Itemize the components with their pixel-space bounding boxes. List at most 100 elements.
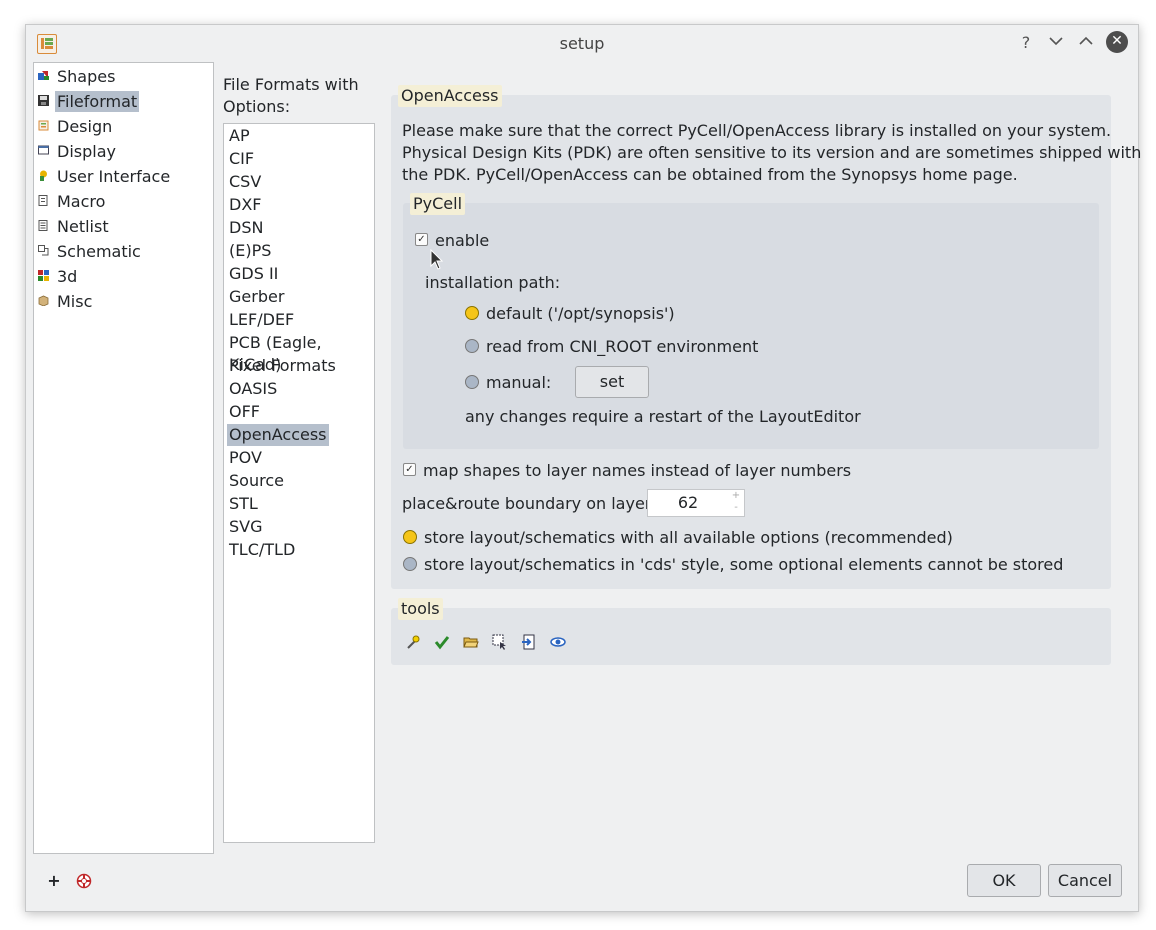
boundary-layer-label: place&route boundary on layer [402,494,652,513]
nav-item-fileformat[interactable]: Fileformat [34,89,213,114]
installation-path-label: installation path: [425,273,561,292]
format-item[interactable]: CSV [227,171,263,193]
format-item[interactable]: STL [227,493,260,515]
checkmark-icon[interactable] [434,634,450,650]
chevron-up-icon [1079,36,1093,45]
nav-item-label: 3d [57,267,78,286]
info-line-1: Please make sure that the correct PyCell… [402,121,1112,140]
nav-item-label: Schematic [57,242,141,261]
map-shapes-checkbox[interactable]: ✓ [403,463,416,476]
add-icon[interactable]: + [46,873,62,889]
boundary-layer-value[interactable]: 62 [648,492,728,514]
lifebuoy-help-icon[interactable] [76,873,92,889]
nav-item-macro[interactable]: Macro [34,189,213,214]
ok-button[interactable]: OK [967,864,1041,897]
format-item[interactable]: TLC/TLD [227,539,297,561]
display-icon [38,145,49,155]
floppy-disk-icon [38,95,49,106]
title-bar[interactable]: setup ? ✕ [26,25,1138,61]
3d-icon [38,270,49,281]
boundary-layer-spinbox[interactable]: 62 + - [647,489,745,517]
schematic-icon [38,245,49,256]
help-button[interactable]: ? [1014,31,1038,55]
format-item[interactable]: DSN [227,217,265,239]
nav-item-label: Shapes [57,67,116,86]
close-button[interactable]: ✕ [1106,31,1128,53]
format-item[interactable]: POV [227,447,264,469]
maximize-button[interactable] [1074,31,1098,55]
wand-icon[interactable] [405,634,421,650]
format-item[interactable]: OASIS [227,378,279,400]
enable-checkbox[interactable]: ✓ [415,233,428,246]
nav-item-netlist[interactable]: Netlist [34,214,213,239]
nav-item-misc[interactable]: Misc [34,289,213,314]
radio-store-all[interactable] [403,530,417,544]
misc-box-icon [38,295,49,306]
nav-item-label: Netlist [57,217,109,236]
format-item[interactable]: Gerber [227,286,286,308]
minimize-button[interactable] [1044,31,1068,55]
format-item[interactable]: Pixel Formats [227,355,338,377]
format-item[interactable]: Source [227,470,286,492]
radio-manual-path[interactable] [465,375,479,389]
cancel-button[interactable]: Cancel [1048,864,1122,897]
format-item-selected[interactable]: OpenAccess [227,424,329,446]
radio-env-label[interactable]: read from CNI_ROOT environment [486,336,758,358]
macro-icon [38,195,48,206]
format-item[interactable]: DXF [227,194,263,216]
cell-select-icon[interactable] [492,634,508,650]
nav-item-user-interface[interactable]: User Interface [34,164,213,189]
info-line-3: the PDK. PyCell/OpenAccess can be obtain… [402,165,1018,184]
store-all-label[interactable]: store layout/schematics with all availab… [424,527,953,549]
open-folder-icon[interactable] [463,634,479,650]
window-title: setup [559,34,605,53]
map-shapes-label[interactable]: map shapes to layer names instead of lay… [423,460,851,482]
nav-item-label: User Interface [57,167,171,186]
file-format-list[interactable]: AP CIF CSV DXF DSN (E)PS GDS II Gerber L… [223,123,375,843]
nav-item-label: Design [57,117,113,136]
nav-item-design[interactable]: Design [34,114,213,139]
radio-default-path[interactable] [465,306,479,320]
shapes-icon [38,71,49,80]
chevron-down-icon [1049,37,1063,46]
import-icon[interactable] [521,634,537,650]
nav-item-schematic[interactable]: Schematic [34,239,213,264]
eye-icon[interactable] [550,634,566,650]
radio-manual-label[interactable]: manual: [486,372,551,394]
radio-env-path[interactable] [465,339,479,353]
format-item[interactable]: SVG [227,516,265,538]
format-item[interactable]: GDS II [227,263,280,285]
user-interface-icon [40,170,47,181]
format-item[interactable]: LEF/DEF [227,309,296,331]
spin-arrows[interactable]: + - [728,490,744,516]
category-list[interactable]: Shapes Fileformat Design Display User In… [33,62,214,854]
spin-down-icon[interactable]: - [728,502,744,514]
mouse-cursor-icon [430,249,444,270]
nav-item-3d[interactable]: 3d [34,264,213,289]
nav-item-label: Fileformat [55,91,140,112]
nav-item-label: Macro [57,192,106,211]
file-formats-heading: File Formats with Options: [223,75,359,116]
restart-note: any changes require a restart of the Lay… [465,407,861,426]
pycell-group-title: PyCell [410,193,466,215]
radio-store-cds[interactable] [403,557,417,571]
format-item[interactable]: PCB (Eagle, KiCad) [227,332,374,374]
setup-window: setup ? ✕ Shapes Fileformat Design Displ… [25,24,1142,912]
format-item[interactable]: OFF [227,401,262,423]
set-path-button[interactable]: set [575,366,649,398]
store-cds-label[interactable]: store layout/schematics in 'cds' style, … [424,554,1063,576]
nav-item-label: Display [57,142,116,161]
design-icon [38,120,49,131]
info-line-2: Physical Design Kits (PDK) are often sen… [402,143,1142,162]
nav-item-shapes[interactable]: Shapes [34,64,213,89]
format-item[interactable]: CIF [227,148,256,170]
radio-default-label[interactable]: default ('/opt/synopsis') [486,303,675,325]
openaccess-group-title: OpenAccess [398,85,502,107]
format-item[interactable]: (E)PS [227,240,273,262]
nav-item-label: Misc [57,292,93,311]
nav-item-display[interactable]: Display [34,139,213,164]
format-item[interactable]: AP [227,125,252,147]
spin-up-icon[interactable]: + [728,490,744,502]
netlist-icon [38,220,48,231]
tools-group-title: tools [398,598,443,620]
